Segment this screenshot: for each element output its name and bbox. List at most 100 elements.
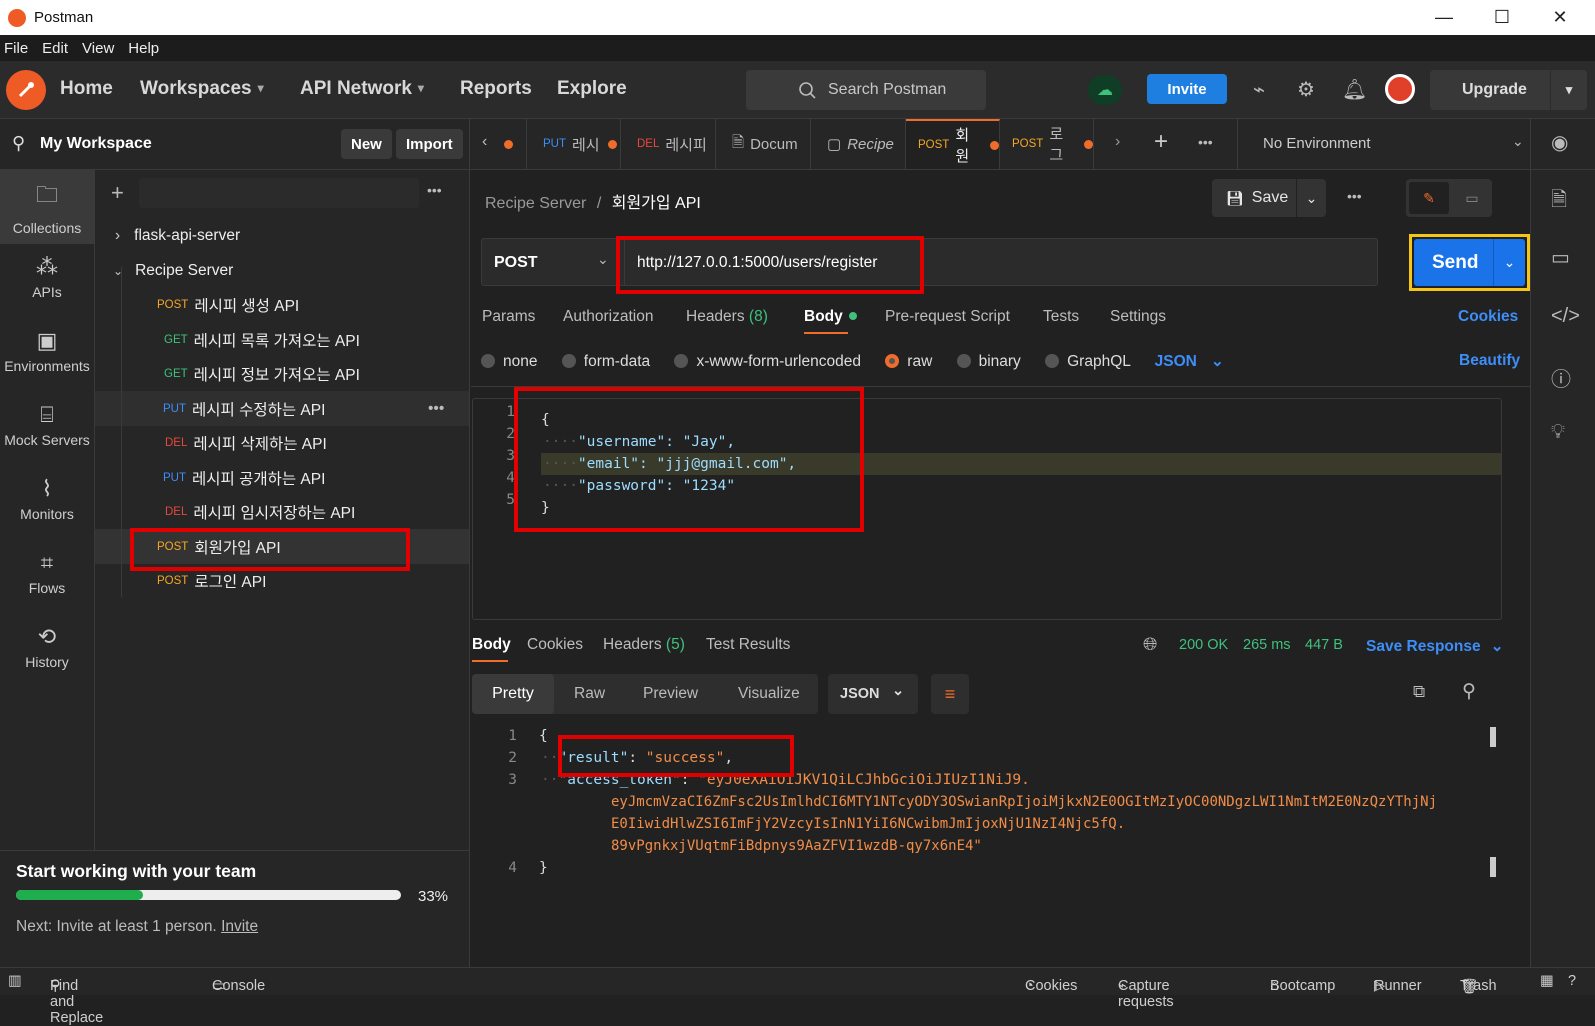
search-icon[interactable]: ⚲ xyxy=(1462,680,1476,703)
list-item[interactable]: PUT 레시피 공개하는 API xyxy=(95,460,469,495)
more-options-icon[interactable]: ••• xyxy=(427,182,442,198)
tab-post-register[interactable]: POST 회원 xyxy=(906,119,1000,169)
invite-link[interactable]: Invite xyxy=(221,918,258,935)
nav-reports[interactable]: Reports xyxy=(460,78,532,100)
workspace-name[interactable]: My Workspace xyxy=(40,135,152,153)
menu-file[interactable]: File xyxy=(4,40,28,57)
rail-collections[interactable]: 🗀︎ Collections xyxy=(0,170,94,244)
settings-gear-icon[interactable]: ⚙ xyxy=(1297,77,1315,102)
chevron-down-icon[interactable]: ▾ xyxy=(1550,70,1587,110)
cloud-sync-icon[interactable]: ☁ xyxy=(1088,75,1122,105)
rail-apis[interactable]: ⁂ APIs xyxy=(0,246,94,318)
tab-body[interactable]: Body xyxy=(804,308,857,326)
satellite-icon[interactable]: ⌁ xyxy=(1253,77,1265,102)
upgrade-button[interactable]: Upgrade ▾ xyxy=(1430,70,1587,110)
add-icon[interactable]: + xyxy=(111,180,124,206)
tab-documentation[interactable]: 🗎︎ Docum xyxy=(716,119,811,169)
list-item[interactable]: GET 레시피 정보 가져오는 API xyxy=(95,356,469,391)
breadcrumb-request[interactable]: 회원가입 API xyxy=(612,195,701,212)
breadcrumb-collection[interactable]: Recipe Server xyxy=(485,195,586,212)
rail-history[interactable]: ⟲ History xyxy=(0,616,94,688)
nav-api-network[interactable]: API Network ▾ xyxy=(300,78,424,100)
rail-flows[interactable]: ⌗ Flows xyxy=(0,542,94,614)
list-item[interactable]: DEL 레시피 임시저장하는 API xyxy=(95,494,469,529)
radio-form-data[interactable]: form-data xyxy=(561,353,650,370)
response-format-select[interactable]: JSON ⌄ xyxy=(828,674,918,714)
response-time[interactable]: 265 ms xyxy=(1243,637,1291,653)
menu-help[interactable]: Help xyxy=(128,40,159,57)
response-tab-test-results[interactable]: Test Results xyxy=(706,636,790,654)
tab-params[interactable]: Params xyxy=(482,308,535,326)
list-item[interactable]: PUT 레시피 수정하는 API ••• xyxy=(95,391,469,426)
save-button[interactable]: 💾︎ Save ⌄ xyxy=(1212,179,1326,217)
beautify-link[interactable]: Beautify xyxy=(1459,352,1520,370)
tab-authorization[interactable]: Authorization xyxy=(563,308,653,326)
globe-icon[interactable]: 🌐︎ xyxy=(1143,634,1157,655)
body-format-select[interactable]: JSON ⌄ xyxy=(1155,353,1224,370)
search-input[interactable]: Search Postman xyxy=(746,70,986,110)
save-response-button[interactable]: Save Response ⌄ xyxy=(1366,637,1504,656)
tab-put-recipe[interactable]: PUT 레시 xyxy=(526,119,621,169)
cookies-link[interactable]: Cookies xyxy=(1458,308,1518,326)
tabs-scroll-right-icon[interactable]: › xyxy=(1115,133,1120,151)
edit-pencil-icon[interactable]: ✎ xyxy=(1409,182,1449,214)
rail-environments[interactable]: ▣ Environments xyxy=(0,320,94,392)
radio-graphql[interactable]: GraphQL xyxy=(1045,353,1130,370)
scrollbar-thumb[interactable] xyxy=(1490,857,1496,877)
list-item[interactable]: DEL 레시피 삭제하는 API xyxy=(95,425,469,460)
comment-mode-icon[interactable]: ▭ xyxy=(1452,182,1492,214)
tab-pre-request-script[interactable]: Pre-request Script xyxy=(885,308,1010,326)
nav-explore[interactable]: Explore xyxy=(557,78,627,100)
menu-view[interactable]: View xyxy=(82,40,114,57)
more-options-icon[interactable]: ••• xyxy=(428,400,444,418)
collection-flask-api-server[interactable]: › flask-api-server xyxy=(95,218,469,253)
tab-options-icon[interactable]: ••• xyxy=(1198,134,1213,150)
code-icon[interactable]: </> xyxy=(1551,305,1580,328)
close-button[interactable]: ✕ xyxy=(1531,0,1589,35)
response-tab-headers[interactable]: Headers (5) xyxy=(603,636,685,654)
chevron-down-icon[interactable]: ⌄ xyxy=(1296,179,1326,217)
response-size[interactable]: 447 B xyxy=(1305,637,1343,653)
tab-settings[interactable]: Settings xyxy=(1110,308,1166,326)
view-visualize[interactable]: Visualize xyxy=(738,685,800,703)
chevron-down-icon[interactable]: ⌄ xyxy=(1512,133,1524,150)
rail-monitors[interactable]: ⌇ Monitors xyxy=(0,468,94,540)
avatar[interactable] xyxy=(1385,74,1415,104)
invite-button[interactable]: Invite xyxy=(1147,74,1227,104)
nav-home[interactable]: Home xyxy=(60,78,113,100)
tab-tests[interactable]: Tests xyxy=(1043,308,1079,326)
radio-binary[interactable]: binary xyxy=(956,353,1021,370)
list-item[interactable]: GET 레시피 목록 가져오는 API xyxy=(95,322,469,357)
copy-icon[interactable]: ⧉ xyxy=(1413,682,1425,702)
tab-post-login[interactable]: POST 로그 xyxy=(1000,119,1094,169)
info-icon[interactable]: ⓘ xyxy=(1551,363,1571,392)
response-tab-cookies[interactable]: Cookies xyxy=(527,636,583,654)
documentation-icon[interactable]: 🗎︎ xyxy=(1551,185,1567,219)
radio-urlencoded[interactable]: x-www-form-urlencoded xyxy=(674,353,861,370)
eye-icon[interactable]: ◉ xyxy=(1551,130,1568,155)
tab-del-recipe[interactable]: DEL 레시피 xyxy=(621,119,716,169)
import-button[interactable]: Import xyxy=(396,129,463,159)
list-item[interactable]: POST 레시피 생성 API xyxy=(95,287,469,322)
collection-search-input[interactable] xyxy=(139,178,419,208)
menu-edit[interactable]: Edit xyxy=(42,40,68,57)
environment-select[interactable]: No Environment xyxy=(1263,135,1371,152)
tabs-scroll-left-icon[interactable]: ‹ xyxy=(482,133,487,151)
help-icon[interactable]: ? xyxy=(1568,973,1576,989)
scrollbar-thumb[interactable] xyxy=(1490,727,1496,747)
chevron-down-icon[interactable]: ⌄ xyxy=(1493,239,1525,286)
new-tab-icon[interactable]: + xyxy=(1154,128,1168,156)
layout-icon[interactable]: ▦ xyxy=(1540,973,1554,989)
more-options-icon[interactable]: ••• xyxy=(1347,188,1362,204)
radio-none[interactable]: none xyxy=(481,353,537,370)
comments-icon[interactable]: ▭ xyxy=(1551,245,1570,270)
maximize-button[interactable]: ☐ xyxy=(1473,0,1531,35)
view-pretty[interactable]: Pretty xyxy=(472,674,554,714)
new-button[interactable]: New xyxy=(341,129,392,159)
radio-raw[interactable]: raw xyxy=(885,353,932,370)
lightbulb-icon[interactable]: 💡︎ xyxy=(1551,421,1565,444)
postman-home-logo-icon[interactable] xyxy=(6,70,46,110)
chevron-down-icon[interactable]: ⌄ xyxy=(597,251,609,268)
minimize-button[interactable]: — xyxy=(1415,0,1473,35)
tab-recipe-collection[interactable]: ▢ Recipe xyxy=(811,119,906,169)
